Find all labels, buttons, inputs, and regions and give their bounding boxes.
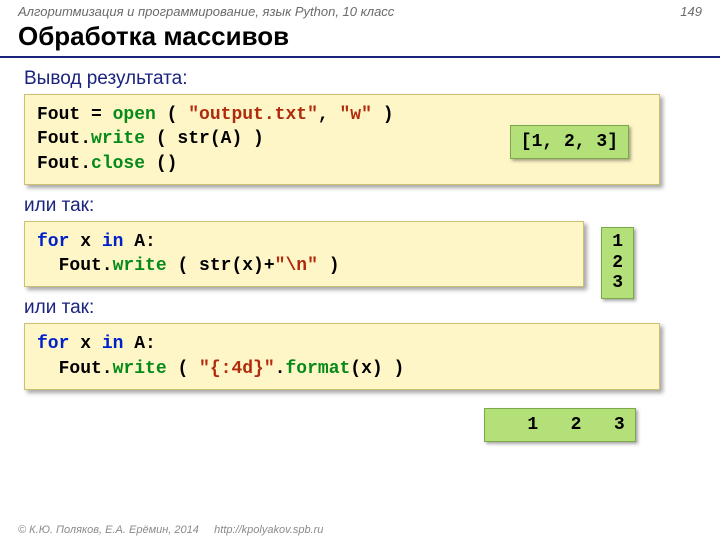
section-heading-1: Вывод результата: [24,68,702,90]
slide-header: Алгоритмизация и программирование, язык … [0,0,720,19]
footer: © К.Ю. Поляков, Е.А. Ерёмин, 2014 http:/… [18,524,323,536]
page-number: 149 [680,4,702,19]
output-badge-1: [1, 2, 3] [510,125,629,159]
code-block-3: for x in A: Fout.write ( "{:4d}".format(… [24,323,660,390]
course-title: Алгоритмизация и программирование, язык … [18,4,394,19]
copyright: © К.Ю. Поляков, Е.А. Ерёмин, 2014 [18,524,199,536]
footer-url: http://kpolyakov.spb.ru [214,524,323,536]
section-heading-3: или так: [24,297,702,319]
output-badge-2: 1 2 3 [601,227,634,299]
content: Вывод результата: Fout = open ( "output.… [0,58,720,442]
code-block-1: Fout = open ( "output.txt", "w" ) Fout.w… [24,94,660,185]
page-title: Обработка массивов [0,19,720,58]
code-block-2: for x in A: Fout.write ( str(x)+"\n" ) [24,221,584,288]
section-heading-2: или так: [24,195,702,217]
output-badge-3: 1 2 3 [484,408,636,442]
